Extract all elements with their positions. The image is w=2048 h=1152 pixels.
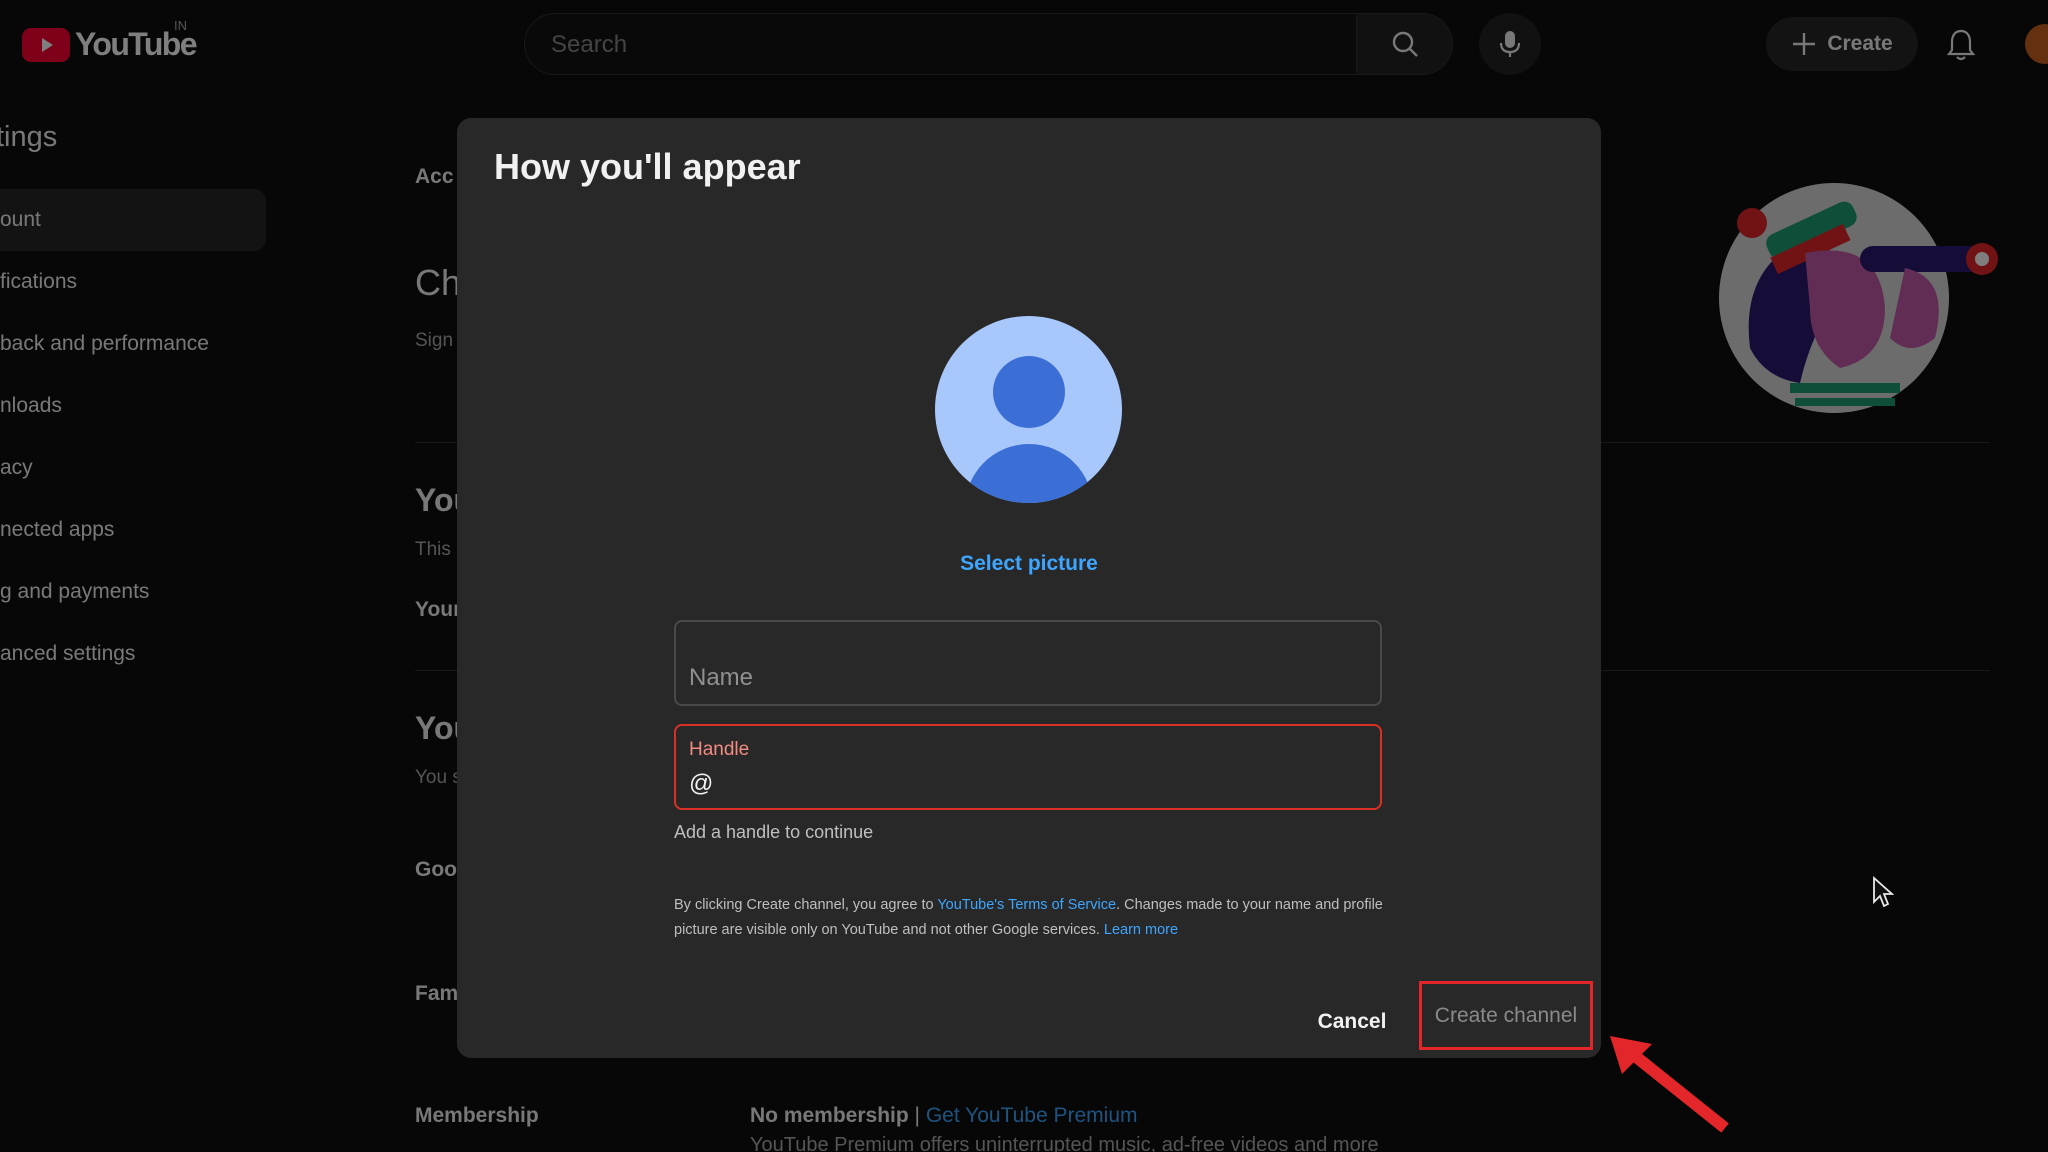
terms-prefix: By clicking Create channel, you agree to	[674, 897, 938, 913]
person-icon-body	[965, 444, 1093, 503]
select-picture-link[interactable]: Select picture	[457, 552, 1601, 576]
name-field[interactable]: Name	[674, 620, 1382, 706]
terms-text: By clicking Create channel, you agree to…	[674, 893, 1394, 943]
learn-more-link[interactable]: Learn more	[1104, 922, 1178, 938]
handle-field[interactable]: Handle @	[674, 724, 1382, 810]
mouse-cursor-icon	[1873, 876, 1895, 908]
handle-label: Handle	[689, 739, 750, 760]
dialog-title: How you'll appear	[494, 146, 801, 187]
create-channel-button[interactable]: Create channel	[1419, 981, 1593, 1050]
create-channel-dialog: How you'll appear Select picture Name Ha…	[457, 118, 1601, 1058]
handle-helper-text: Add a handle to continue	[674, 822, 874, 842]
name-placeholder: Name	[689, 664, 754, 691]
cancel-button[interactable]: Cancel	[1297, 998, 1407, 1046]
handle-prefix: @	[689, 770, 714, 797]
red-arrow-annotation	[1610, 1036, 1729, 1133]
person-icon-head	[993, 356, 1065, 428]
profile-picture-avatar[interactable]	[935, 316, 1122, 503]
terms-of-service-link[interactable]: YouTube's Terms of Service	[937, 897, 1116, 913]
